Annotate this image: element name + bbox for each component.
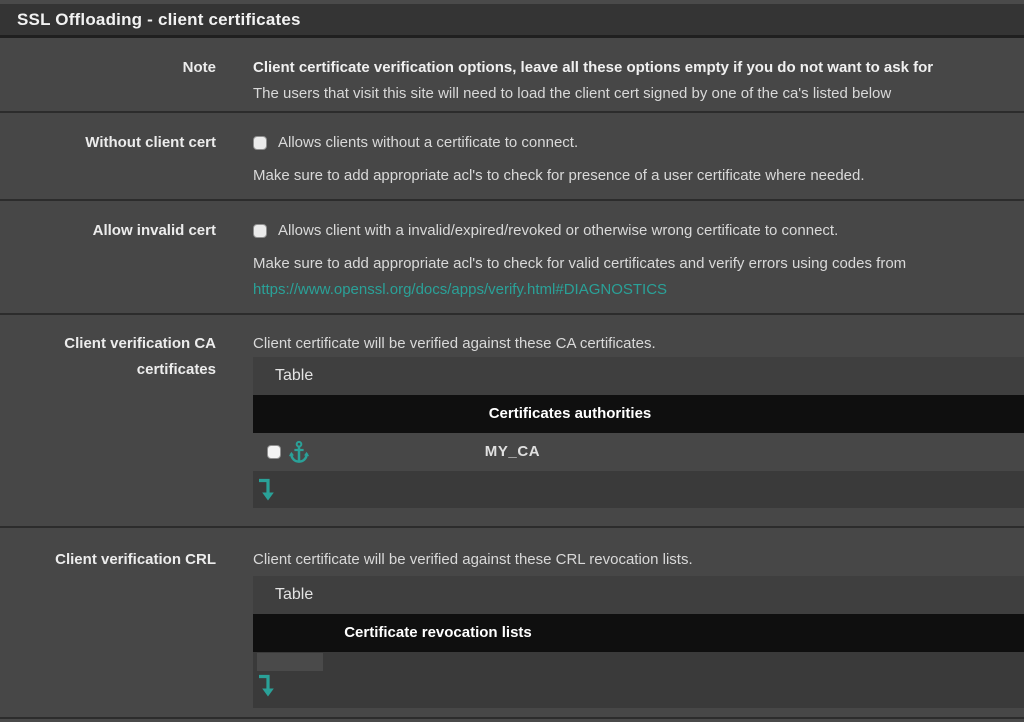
crl-table: Table Certificate revocation lists (253, 576, 1024, 708)
ca-entry-name[interactable]: MY_CA (340, 439, 685, 465)
allow-invalid-cert-text: Allows client with a invalid/expired/rev… (278, 218, 838, 244)
ca-description: Client certificate will be verified agai… (253, 331, 1024, 357)
crl-table-footer (253, 671, 1024, 708)
without-client-cert-text: Allows clients without a certificate to … (278, 130, 578, 156)
panel-header: SSL Offloading - client certificates (0, 4, 1024, 38)
ca-table-caption: Table (253, 357, 1024, 395)
allow-invalid-cert-help: Make sure to add appropriate acl's to ch… (253, 251, 1024, 277)
add-row-level-down-icon[interactable] (257, 477, 275, 503)
note-label: Note (0, 38, 216, 111)
allow-invalid-cert-label: Allow invalid cert (0, 201, 216, 313)
ca-table-header-row: Certificates authorities (253, 395, 1024, 433)
crl-table-caption: Table (253, 576, 1024, 614)
crl-column-header: Certificate revocation lists (323, 620, 553, 646)
form-row-client-verification-ca: Client verification CA certificates Clie… (0, 315, 1024, 528)
without-client-cert-label: Without client cert (0, 113, 216, 199)
add-row-level-down-icon[interactable] (257, 673, 275, 699)
form-row-without-client-cert: Without client cert Allows clients witho… (0, 113, 1024, 201)
note-bold-text: Client certificate verification options,… (253, 55, 1024, 81)
client-verification-ca-label: Client verification CA certificates (0, 315, 216, 526)
crl-table-header-row: Certificate revocation lists (253, 614, 1024, 652)
without-client-cert-checkbox[interactable] (253, 136, 267, 150)
page-title: SSL Offloading - client certificates (17, 10, 301, 30)
note-text: The users that visit this site will need… (253, 81, 1024, 107)
client-verification-crl-label: Client verification CRL (0, 528, 216, 717)
without-client-cert-help: Make sure to add appropriate acl's to ch… (253, 163, 1024, 189)
form-row-note: Note Client certificate verification opt… (0, 38, 1024, 113)
crl-description: Client certificate will be verified agai… (253, 547, 1024, 573)
ca-table-row[interactable]: MY_CA (253, 433, 1024, 471)
openssl-verify-link[interactable]: https://www.openssl.org/docs/apps/verify… (253, 281, 667, 298)
ca-table: Table Certificates authorities (253, 357, 1024, 508)
form-row-client-verification-crl: Client verification CRL Client certifica… (0, 528, 1024, 719)
ca-column-header: Certificates authorities (340, 401, 800, 427)
ca-table-footer (253, 471, 1024, 508)
ca-row-checkbox[interactable] (267, 445, 281, 459)
anchor-icon[interactable] (288, 440, 310, 464)
crl-empty-cell (257, 653, 323, 671)
form-row-allow-invalid-cert: Allow invalid cert Allows client with a … (0, 201, 1024, 315)
allow-invalid-cert-checkbox[interactable] (253, 224, 267, 238)
